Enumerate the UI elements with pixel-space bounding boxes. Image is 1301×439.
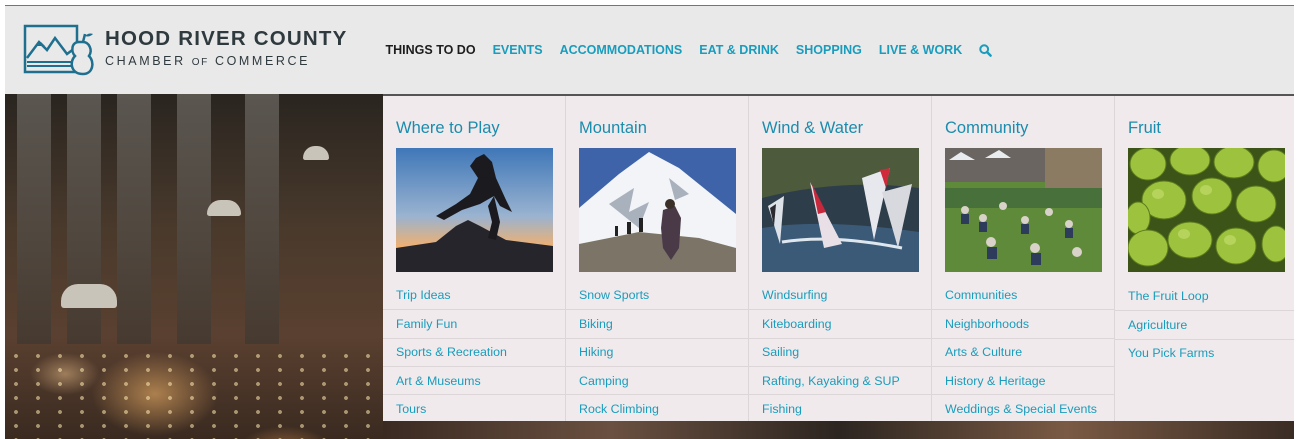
menu-column-where-to-play: Where to Play Trip Ideas Family Fun Spor… <box>383 96 566 421</box>
list-item: The Fruit Loop <box>1115 282 1294 310</box>
menu-link-art-museums[interactable]: Art & Museums <box>396 374 481 388</box>
list-item: Agriculture <box>1115 310 1294 338</box>
menu-link-kiteboarding[interactable]: Kiteboarding <box>762 317 832 331</box>
menu-link-history-heritage[interactable]: History & Heritage <box>945 374 1046 388</box>
list-item: Arts & Culture <box>932 337 1114 366</box>
list-item: Kiteboarding <box>749 309 931 337</box>
list-item: Trip Ideas <box>383 281 565 309</box>
menu-link-list: Snow Sports Biking Hiking Camping Rock C… <box>566 281 748 422</box>
menu-column-community: Community Communities Neighborhoods Arts… <box>932 96 1115 421</box>
site-header: HOOD RIVER COUNTY CHAMBER OF COMMERCE TH… <box>5 6 1294 94</box>
jumping-person-silhouette-photo[interactable] <box>396 148 553 272</box>
menu-link-list: Communities Neighborhoods Arts & Culture… <box>932 281 1114 422</box>
menu-link-list: Windsurfing Kiteboarding Sailing Rafting… <box>749 281 931 422</box>
snowy-mountain-hikers-photo[interactable] <box>579 148 736 272</box>
nav-eat-drink[interactable]: EAT & DRINK <box>699 43 779 57</box>
mountain-pear-logo-icon <box>23 24 94 76</box>
menu-link-tours[interactable]: Tours <box>396 402 426 416</box>
list-item: History & Heritage <box>932 365 1114 394</box>
menu-column-wind-water: Wind & Water Windsurfing Kiteboarding Sa… <box>749 96 932 421</box>
menu-link-windsurfing[interactable]: Windsurfing <box>762 288 827 302</box>
menu-link-list: Trip Ideas Family Fun Sports & Recreatio… <box>383 281 565 422</box>
nav-things-to-do[interactable]: THINGS TO DO <box>386 43 476 57</box>
main-nav: THINGS TO DO EVENTS ACCOMMODATIONS EAT &… <box>386 30 993 70</box>
menu-link-list: The Fruit Loop Agriculture You Pick Farm… <box>1115 282 1294 367</box>
menu-link-the-fruit-loop[interactable]: The Fruit Loop <box>1128 289 1209 303</box>
list-item: Weddings & Special Events <box>932 394 1114 422</box>
menu-link-weddings-special-events[interactable]: Weddings & Special Events <box>945 402 1097 416</box>
menu-column-title[interactable]: Wind & Water <box>762 117 931 139</box>
hero-lamp <box>207 200 241 216</box>
logo-subtitle: CHAMBER OF COMMERCE <box>105 52 348 72</box>
list-item: Hiking <box>566 337 748 366</box>
list-item: Camping <box>566 365 748 394</box>
list-item: Biking <box>566 309 748 337</box>
hero-window <box>117 94 151 344</box>
logo-subtitle-commerce: COMMERCE <box>214 54 311 68</box>
list-item: Communities <box>932 281 1114 309</box>
menu-column-title[interactable]: Mountain <box>579 117 748 139</box>
nav-shopping[interactable]: SHOPPING <box>796 43 862 57</box>
list-item: Sailing <box>749 337 931 366</box>
hero-lamp <box>61 284 117 308</box>
menu-link-communities[interactable]: Communities <box>945 288 1017 302</box>
windsurfers-photo[interactable] <box>762 148 919 272</box>
list-item: Art & Museums <box>383 365 565 394</box>
menu-link-you-pick-farms[interactable]: You Pick Farms <box>1128 346 1214 360</box>
list-item: Fishing <box>749 394 931 422</box>
menu-link-family-fun[interactable]: Family Fun <box>396 317 457 331</box>
menu-link-hiking[interactable]: Hiking <box>579 345 613 359</box>
outdoor-festival-crowd-photo[interactable] <box>945 148 1102 272</box>
things-to-do-mega-menu: Where to Play Trip Ideas Family Fun Spor… <box>383 94 1294 421</box>
menu-link-neighborhoods[interactable]: Neighborhoods <box>945 317 1029 331</box>
list-item: Rafting, Kayaking & SUP <box>749 365 931 394</box>
search-button[interactable] <box>979 43 993 57</box>
list-item: Sports & Recreation <box>383 337 565 366</box>
list-item: You Pick Farms <box>1115 338 1294 367</box>
logo-subtitle-chamber: CHAMBER <box>105 54 186 68</box>
logo-subtitle-of: OF <box>191 57 209 68</box>
menu-link-sports-recreation[interactable]: Sports & Recreation <box>396 345 507 359</box>
site-logo[interactable]: HOOD RIVER COUNTY CHAMBER OF COMMERCE <box>23 20 348 80</box>
menu-link-fishing[interactable]: Fishing <box>762 402 802 416</box>
nav-accommodations[interactable]: ACCOMMODATIONS <box>560 43 683 57</box>
hero-window <box>177 94 211 344</box>
list-item: Tours <box>383 394 565 422</box>
hero-string-lights <box>5 349 385 439</box>
menu-link-rafting-kayaking-sup[interactable]: Rafting, Kayaking & SUP <box>762 374 900 388</box>
hero-window <box>245 94 279 344</box>
menu-link-sailing[interactable]: Sailing <box>762 345 799 359</box>
list-item: Snow Sports <box>566 281 748 309</box>
nav-events[interactable]: EVENTS <box>493 43 543 57</box>
menu-column-fruit: Fruit The Fruit Loop Agriculture You Pic… <box>1115 96 1294 421</box>
green-pears-photo[interactable] <box>1128 148 1285 272</box>
menu-column-title[interactable]: Fruit <box>1128 117 1294 139</box>
list-item: Neighborhoods <box>932 309 1114 337</box>
menu-link-camping[interactable]: Camping <box>579 374 629 388</box>
menu-link-biking[interactable]: Biking <box>579 317 613 331</box>
menu-column-mountain: Mountain Snow Sports Biking Hiking Campi… <box>566 96 749 421</box>
menu-column-title[interactable]: Where to Play <box>396 117 565 139</box>
hero-lamp <box>303 146 329 160</box>
list-item: Family Fun <box>383 309 565 337</box>
logo-text: HOOD RIVER COUNTY CHAMBER OF COMMERCE <box>105 28 348 72</box>
hero-window <box>17 94 51 344</box>
menu-link-trip-ideas[interactable]: Trip Ideas <box>396 288 451 302</box>
menu-link-arts-culture[interactable]: Arts & Culture <box>945 345 1022 359</box>
list-item: Windsurfing <box>749 281 931 309</box>
search-icon <box>979 43 993 57</box>
list-item: Rock Climbing <box>566 394 748 422</box>
menu-column-title[interactable]: Community <box>945 117 1114 139</box>
menu-link-snow-sports[interactable]: Snow Sports <box>579 288 649 302</box>
menu-link-agriculture[interactable]: Agriculture <box>1128 318 1187 332</box>
hero-bottom-strip <box>383 421 1294 439</box>
logo-title: HOOD RIVER COUNTY <box>105 27 348 50</box>
nav-live-work[interactable]: LIVE & WORK <box>879 43 962 57</box>
menu-link-rock-climbing[interactable]: Rock Climbing <box>579 402 659 416</box>
